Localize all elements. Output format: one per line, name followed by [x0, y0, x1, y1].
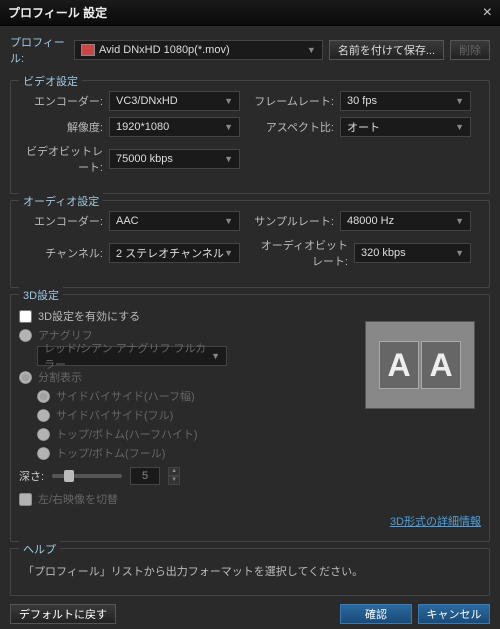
anaglyph-mode-dropdown[interactable]: レッド/シアン アナグリフ フルカラー▼ — [37, 346, 227, 366]
audio-legend: オーディオ設定 — [19, 193, 103, 209]
profile-row: プロフィール: Avid DNxHD 1080p(*.mov) ▼ 名前を付けて… — [0, 26, 500, 74]
profile-dropdown[interactable]: Avid DNxHD 1080p(*.mov) ▼ — [74, 40, 323, 60]
chevron-down-icon: ▼ — [455, 216, 464, 226]
profile-label: プロフィール: — [10, 34, 68, 66]
footer: デフォルトに戻す 確認 キャンセル — [0, 599, 500, 629]
3d-settings: 3D設定 3D設定を有効にする アナグリフ レッド/シアン アナグリフ フルカラ… — [10, 294, 490, 542]
help-section: ヘルプ 「プロフィール」リストから出力フォーマットを選択してください。 — [10, 548, 490, 596]
help-text: 「プロフィール」リストから出力フォーマットを選択してください。 — [19, 559, 481, 583]
tb-half-radio[interactable]: トップ/ボトム(ハーフハイト) — [37, 426, 481, 442]
framerate-label: フレームレート: — [250, 93, 340, 109]
framerate-dropdown[interactable]: 30 fps▼ — [340, 91, 471, 111]
chevron-down-icon: ▼ — [211, 351, 220, 361]
video-bitrate-label: ビデオビットレート: — [19, 143, 109, 175]
aspect-dropdown[interactable]: オート▼ — [340, 117, 471, 137]
chevron-down-icon: ▼ — [224, 96, 233, 106]
3d-preview: AA — [365, 321, 475, 409]
chevron-up-icon[interactable]: ▲ — [168, 467, 180, 476]
chevron-down-icon: ▼ — [224, 216, 233, 226]
audio-settings: オーディオ設定 エンコーダー: AAC▼ サンプルレート: 48000 Hz▼ … — [10, 200, 490, 288]
film-icon — [81, 44, 95, 56]
depth-slider[interactable] — [52, 474, 122, 478]
aspect-label: アスペクト比: — [250, 119, 340, 135]
samplerate-label: サンプルレート: — [250, 213, 340, 229]
video-encoder-label: エンコーダー: — [19, 93, 109, 109]
ok-button[interactable]: 確認 — [340, 604, 412, 624]
chevron-down-icon: ▼ — [224, 122, 233, 132]
samplerate-dropdown[interactable]: 48000 Hz▼ — [340, 211, 471, 231]
swap-lr-checkbox[interactable]: 左/右映像を切替 — [19, 491, 481, 507]
chevron-down-icon[interactable]: ▼ — [168, 476, 180, 485]
audio-encoder-label: エンコーダー: — [19, 213, 109, 229]
delete-button[interactable]: 削除 — [450, 40, 490, 60]
audio-encoder-dropdown[interactable]: AAC▼ — [109, 211, 240, 231]
depth-label: 深さ: — [19, 468, 44, 484]
chevron-down-icon: ▼ — [307, 45, 316, 55]
video-settings: ビデオ設定 エンコーダー: VC3/DNxHD▼ フレームレート: 30 fps… — [10, 80, 490, 194]
chevron-down-icon: ▼ — [224, 248, 233, 258]
titlebar: プロフィール 設定 × — [0, 0, 500, 26]
sbs-full-radio[interactable]: サイドバイサイド(フル) — [37, 407, 481, 423]
chevron-down-icon: ▼ — [455, 122, 464, 132]
chevron-down-icon: ▼ — [455, 248, 464, 258]
chevron-down-icon: ▼ — [224, 154, 233, 164]
close-icon[interactable]: × — [483, 4, 492, 22]
depth-value[interactable]: 5 — [130, 467, 160, 485]
save-as-button[interactable]: 名前を付けて保存... — [329, 40, 444, 60]
audio-bitrate-label: オーディオビットレート: — [250, 237, 354, 269]
window-title: プロフィール 設定 — [8, 4, 107, 21]
video-encoder-dropdown[interactable]: VC3/DNxHD▼ — [109, 91, 240, 111]
channel-dropdown[interactable]: 2 ステレオチャンネル▼ — [109, 243, 240, 263]
3d-legend: 3D設定 — [19, 287, 63, 303]
depth-spinner[interactable]: ▲▼ — [168, 467, 180, 485]
video-bitrate-dropdown[interactable]: 75000 kbps▼ — [109, 149, 240, 169]
resolution-label: 解像度: — [19, 119, 109, 135]
chevron-down-icon: ▼ — [455, 96, 464, 106]
audio-bitrate-dropdown[interactable]: 320 kbps▼ — [354, 243, 471, 263]
channel-label: チャンネル: — [19, 245, 109, 261]
help-legend: ヘルプ — [19, 541, 60, 557]
cancel-button[interactable]: キャンセル — [418, 604, 490, 624]
profile-value: Avid DNxHD 1080p(*.mov) — [99, 44, 230, 56]
default-button[interactable]: デフォルトに戻す — [10, 604, 116, 624]
3d-info-link[interactable]: 3D形式の詳細情報 — [19, 513, 481, 529]
tb-full-radio[interactable]: トップ/ボトム(フール) — [37, 445, 481, 461]
resolution-dropdown[interactable]: 1920*1080▼ — [109, 117, 240, 137]
preview-aa-icon: AA — [379, 341, 461, 389]
video-legend: ビデオ設定 — [19, 73, 82, 89]
